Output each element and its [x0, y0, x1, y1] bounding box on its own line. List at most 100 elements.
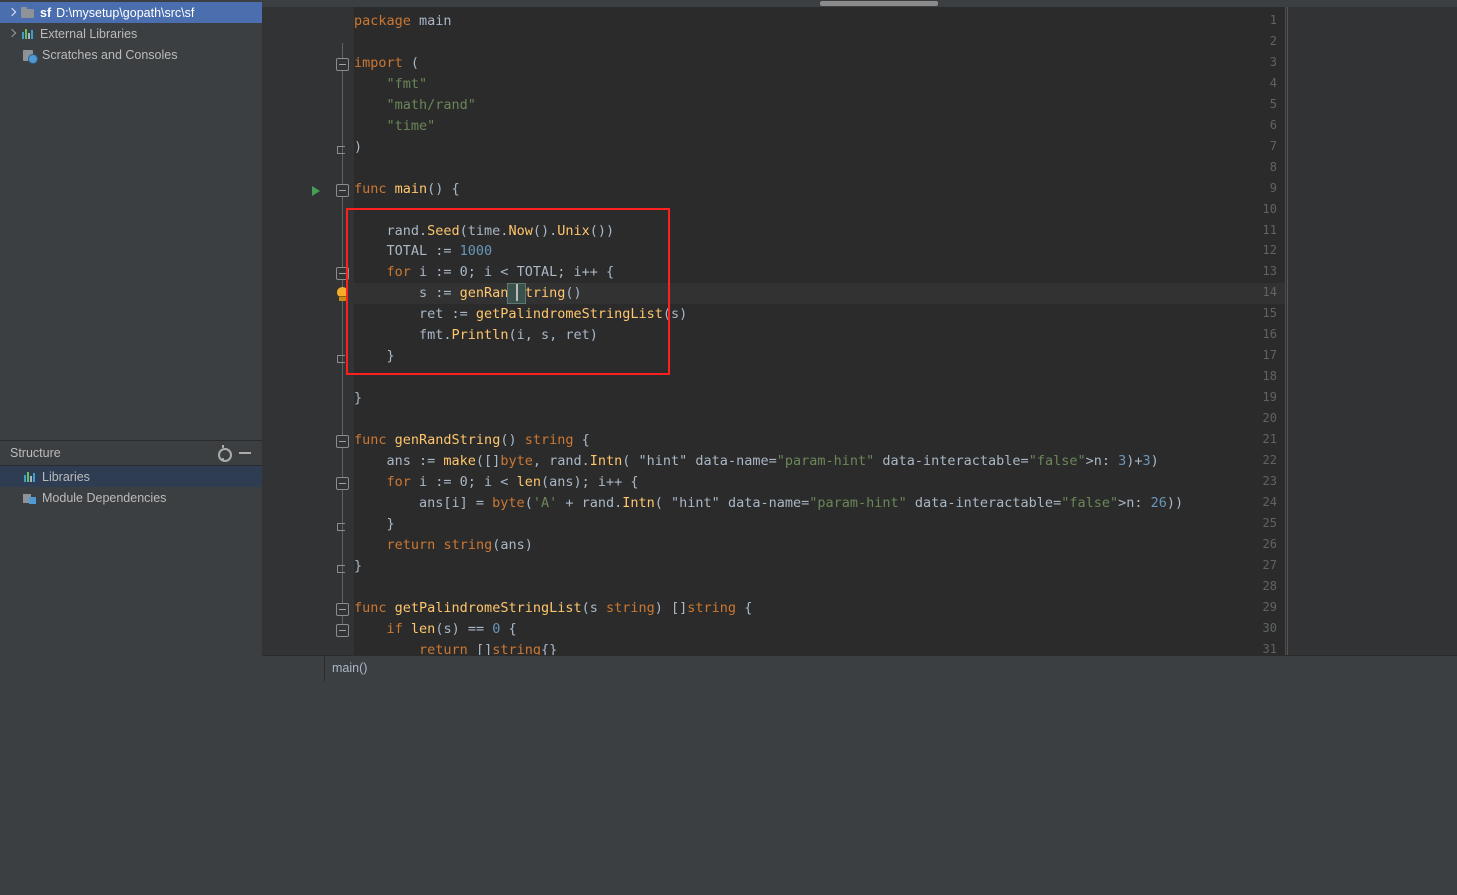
code-line[interactable]: return string(ans)	[354, 537, 533, 553]
line-number: 27	[1262, 557, 1277, 572]
minimize-icon[interactable]	[236, 444, 254, 462]
editor-horizontal-scrollbar[interactable]	[262, 0, 1457, 7]
line-number: 4	[1269, 75, 1277, 90]
code-line[interactable]: }	[354, 348, 395, 364]
line-number: 1	[1269, 13, 1277, 27]
fold-marker[interactable]	[336, 267, 349, 281]
editor-gutter[interactable]	[262, 7, 332, 655]
line-number: 11	[1262, 222, 1277, 237]
fold-marker[interactable]	[336, 623, 349, 637]
code-line[interactable]: )	[354, 139, 362, 155]
fold-end-marker[interactable]	[336, 519, 349, 532]
code-line[interactable]: TOTAL := 1000	[354, 243, 493, 259]
structure-header: Structure	[0, 441, 262, 466]
project-tree-item-label: D:\mysetup\gopath\src\sf	[56, 5, 195, 20]
scratches-icon	[22, 47, 38, 64]
line-number: 23	[1262, 473, 1277, 488]
code-line[interactable]: func getPalindromeStringList(s string) […	[354, 600, 752, 616]
chevron-right-icon[interactable]	[6, 6, 19, 19]
code-line[interactable]: s := genRandString()	[354, 285, 582, 301]
line-number: 29	[1262, 599, 1277, 614]
left-tool-panel: sf D:\mysetup\gopath\src\sf External Lib…	[0, 0, 262, 681]
project-tree-item-scratches[interactable]: Scratches and Consoles	[0, 44, 262, 65]
scrollbar-thumb[interactable]	[820, 1, 938, 6]
fold-marker[interactable]	[336, 602, 349, 616]
code-line[interactable]: func main() {	[354, 181, 460, 197]
code-line[interactable]: ret := getPalindromeStringList(s)	[354, 306, 687, 322]
line-number: 13	[1262, 264, 1277, 279]
gear-icon[interactable]	[214, 444, 232, 462]
fold-end-marker[interactable]	[336, 142, 349, 155]
ide-window: sf D:\mysetup\gopath\src\sf External Lib…	[0, 0, 1457, 895]
code-line[interactable]: }	[354, 390, 362, 406]
line-number: 5	[1269, 96, 1277, 111]
line-number: 3	[1269, 54, 1277, 69]
code-line[interactable]: fmt.Println(i, s, ret)	[354, 327, 598, 343]
run-tool-window: Run: go build st/newclass2/class011 ×	[0, 681, 1457, 895]
intention-bulb-icon[interactable]	[336, 287, 349, 302]
fold-marker[interactable]	[336, 435, 349, 448]
line-number: 19	[1262, 390, 1277, 405]
project-tree-item-label: Scratches and Consoles	[42, 47, 178, 62]
line-number: 15	[1262, 306, 1277, 321]
code-editor[interactable]: package main import ( "fmt" "math/rand" "…	[262, 7, 1285, 656]
code-line[interactable]: "fmt"	[354, 76, 428, 92]
line-number: 24	[1262, 494, 1277, 509]
fold-guide-line	[342, 43, 343, 631]
fold-marker[interactable]	[336, 57, 349, 71]
line-number: 17	[1262, 348, 1277, 363]
line-number: 21	[1262, 432, 1277, 446]
structure-item-label: Libraries	[42, 469, 90, 484]
library-icon	[20, 26, 36, 42]
editor-right-pane	[1285, 7, 1457, 655]
module-icon	[22, 490, 38, 506]
text-caret	[516, 284, 519, 302]
code-line[interactable]: ans := make([]byte, rand.Intn( "hint" da…	[354, 453, 1159, 469]
line-number: 18	[1262, 369, 1277, 384]
structure-item-libraries[interactable]: Libraries	[0, 466, 262, 487]
line-number: 28	[1262, 578, 1277, 593]
project-tree-item-prefix: sf	[40, 5, 52, 20]
folder-icon	[20, 5, 36, 21]
structure-item-label: Module Dependencies	[42, 490, 167, 505]
code-line[interactable]: if len(s) == 0 {	[354, 621, 517, 637]
structure-item-module-dependencies[interactable]: Module Dependencies	[0, 487, 262, 508]
breadcrumb-divider	[324, 656, 325, 682]
structure-panel: Structure Libraries Module Dependencies	[0, 440, 262, 681]
breadcrumb-label[interactable]: main()	[332, 661, 367, 675]
line-number: 8	[1269, 159, 1277, 174]
project-tree-item-external-libraries[interactable]: External Libraries	[0, 23, 262, 44]
pane-divider	[1287, 7, 1288, 655]
code-line[interactable]: "time"	[354, 118, 436, 134]
editor-fold-column[interactable]	[332, 7, 354, 655]
line-number: 30	[1262, 620, 1277, 635]
line-number: 25	[1262, 515, 1277, 530]
code-line[interactable]: ans[i] = byte('A' + rand.Intn( "hint" da…	[354, 495, 1183, 511]
fold-marker[interactable]	[336, 476, 349, 490]
fold-marker[interactable]	[336, 183, 349, 197]
run-arrow-icon[interactable]	[312, 185, 320, 196]
code-line[interactable]: "math/rand"	[354, 97, 476, 113]
code-line[interactable]: for i := 0; i < TOTAL; i++ {	[354, 264, 615, 280]
structure-title: Structure	[10, 446, 61, 460]
fold-end-marker[interactable]	[336, 561, 349, 574]
code-line[interactable]: import (	[354, 55, 419, 71]
code-line[interactable]: }	[354, 558, 362, 574]
code-line[interactable]: for i := 0; i < len(ans); i++ {	[354, 474, 639, 490]
line-number: 22	[1262, 452, 1277, 467]
code-line[interactable]: }	[354, 516, 395, 532]
breadcrumb[interactable]: main()	[262, 655, 1457, 682]
bottom-strip	[0, 890, 1457, 895]
code-line[interactable]: rand.Seed(time.Now().Unix())	[354, 223, 615, 239]
project-tree[interactable]: sf D:\mysetup\gopath\src\sf External Lib…	[0, 0, 262, 440]
code-text-area[interactable]: package main import ( "fmt" "math/rand" "…	[354, 7, 1285, 655]
code-line[interactable]: func genRandString() string {	[354, 432, 590, 448]
project-tree-item-sf[interactable]: sf D:\mysetup\gopath\src\sf	[0, 2, 262, 23]
code-line[interactable]: return []string{}	[354, 642, 557, 656]
line-number: 7	[1269, 138, 1277, 153]
line-number: 31	[1262, 641, 1277, 656]
library-icon	[22, 469, 38, 485]
fold-end-marker[interactable]	[336, 351, 349, 364]
code-line[interactable]: package main	[354, 13, 452, 29]
chevron-right-icon[interactable]	[6, 27, 19, 40]
